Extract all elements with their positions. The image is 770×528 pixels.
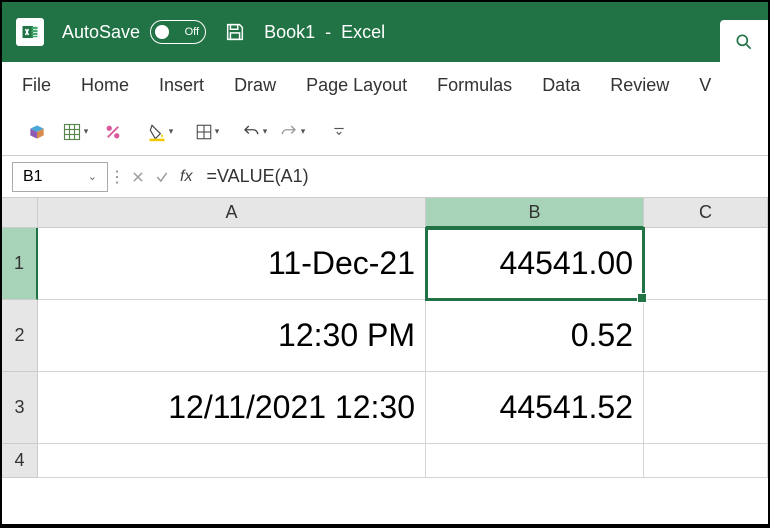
quick-access-toolbar: ▾ ▾ ▾ ▾ ▾ — [2, 108, 768, 156]
formula-bar: B1 ⌄ ⋮ fx =VALUE(A1) — [2, 156, 768, 198]
column-headers: A B C — [2, 198, 768, 228]
table-row: 2 12:30 PM 0.52 — [2, 300, 768, 372]
search-button[interactable] — [720, 20, 768, 64]
save-icon[interactable] — [224, 21, 246, 43]
tab-data[interactable]: Data — [542, 75, 580, 96]
column-header-a[interactable]: A — [38, 198, 426, 228]
tab-draw[interactable]: Draw — [234, 75, 276, 96]
cube-icon[interactable] — [22, 118, 52, 146]
cell-a1[interactable]: 11-Dec-21 — [38, 228, 426, 300]
document-title: Book1 - Excel — [264, 22, 385, 43]
tab-insert[interactable]: Insert — [159, 75, 204, 96]
fill-color-icon[interactable]: ▾ — [145, 118, 175, 146]
cell-a2[interactable]: 12:30 PM — [38, 300, 426, 372]
cell-a4[interactable] — [38, 444, 426, 478]
column-header-c[interactable]: C — [644, 198, 768, 228]
formula-input[interactable]: =VALUE(A1) — [198, 166, 768, 187]
tab-file[interactable]: File — [22, 75, 51, 96]
chevron-down-icon: ▾ — [263, 126, 268, 137]
spreadsheet-grid: A B C 1 11-Dec-21 44541.00 2 12:30 PM 0.… — [2, 198, 768, 524]
cancel-icon[interactable] — [126, 165, 150, 189]
chevron-down-icon: ⌄ — [88, 170, 97, 183]
customize-qat-icon[interactable] — [324, 118, 354, 146]
chevron-down-icon: ▾ — [169, 126, 174, 137]
autosave-toggle[interactable]: Off — [150, 20, 206, 44]
cell-a3[interactable]: 12/11/2021 12:30 — [38, 372, 426, 444]
enter-icon[interactable] — [150, 165, 174, 189]
chevron-down-icon: ▾ — [301, 126, 306, 137]
tab-review[interactable]: Review — [610, 75, 669, 96]
undo-icon[interactable]: ▾ — [239, 118, 269, 146]
chevron-down-icon: ▾ — [215, 126, 220, 137]
ribbon-tabs: File Home Insert Draw Page Layout Formul… — [2, 62, 768, 108]
excel-window: AutoSave Off Book1 - Excel File Home Ins… — [2, 2, 768, 524]
cell-c1[interactable] — [644, 228, 768, 300]
cell-b2[interactable]: 0.52 — [426, 300, 644, 372]
toggle-knob-icon — [155, 25, 169, 39]
sheet-icon[interactable]: ▾ — [60, 118, 90, 146]
row-header-3[interactable]: 3 — [2, 372, 38, 444]
borders-icon[interactable]: ▾ — [192, 118, 222, 146]
autosave-state: Off — [185, 26, 199, 38]
tab-view-partial[interactable]: V — [699, 75, 711, 96]
row-header-2[interactable]: 2 — [2, 300, 38, 372]
tab-home[interactable]: Home — [81, 75, 129, 96]
cell-b4[interactable] — [426, 444, 644, 478]
table-row: 3 12/11/2021 12:30 44541.52 — [2, 372, 768, 444]
title-bar: AutoSave Off Book1 - Excel — [2, 2, 768, 62]
separator-icon: ⋮ — [112, 167, 122, 187]
percent-icon[interactable] — [98, 118, 128, 146]
tab-page-layout[interactable]: Page Layout — [306, 75, 407, 96]
select-all-corner[interactable] — [2, 198, 38, 228]
cell-c3[interactable] — [644, 372, 768, 444]
name-box[interactable]: B1 ⌄ — [12, 162, 108, 192]
cell-c4[interactable] — [644, 444, 768, 478]
table-row: 4 — [2, 444, 768, 478]
autosave-label: AutoSave — [62, 22, 140, 43]
row-header-1[interactable]: 1 — [2, 228, 38, 300]
row-header-4[interactable]: 4 — [2, 444, 38, 478]
cell-c2[interactable] — [644, 300, 768, 372]
column-header-b[interactable]: B — [426, 198, 644, 228]
name-box-value: B1 — [23, 168, 43, 186]
cell-b3[interactable]: 44541.52 — [426, 372, 644, 444]
table-row: 1 11-Dec-21 44541.00 — [2, 228, 768, 300]
tab-formulas[interactable]: Formulas — [437, 75, 512, 96]
excel-logo-icon — [16, 18, 44, 46]
redo-icon[interactable]: ▾ — [277, 118, 307, 146]
fx-icon[interactable]: fx — [180, 168, 192, 186]
chevron-down-icon: ▾ — [84, 126, 89, 137]
cell-b1[interactable]: 44541.00 — [426, 228, 644, 300]
